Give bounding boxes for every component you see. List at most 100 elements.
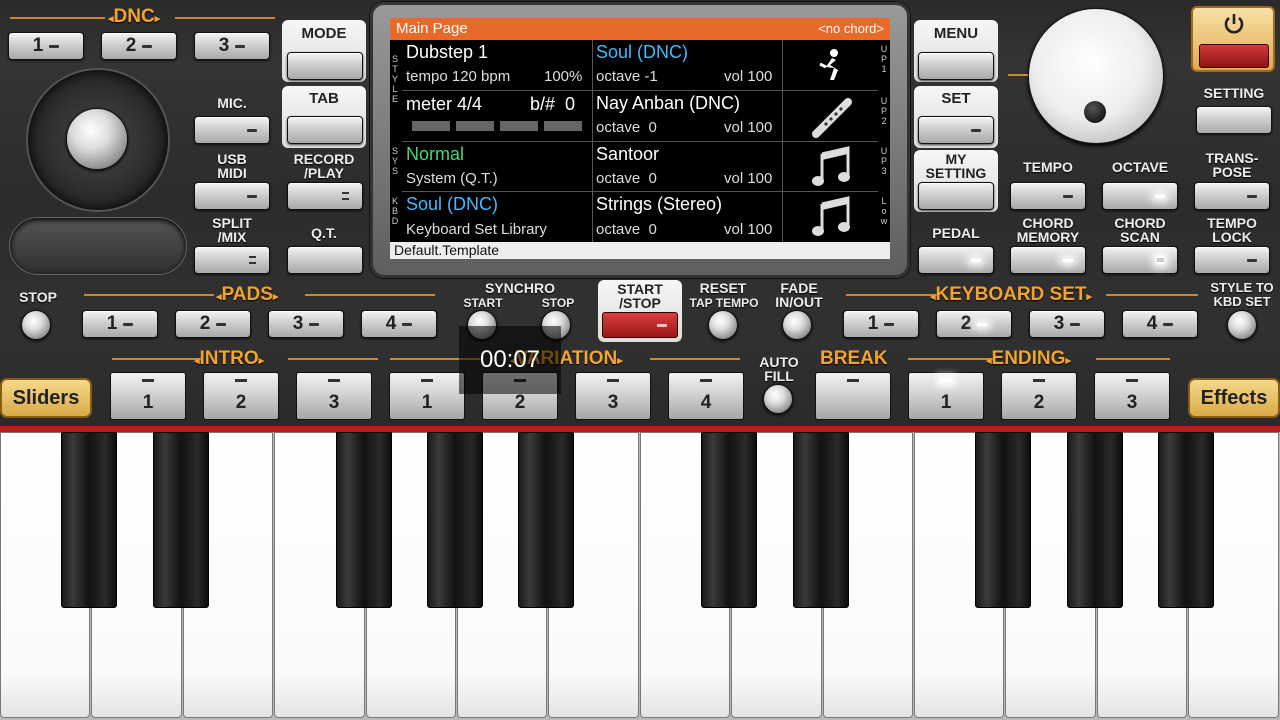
data-dial[interactable] [1028, 8, 1164, 144]
music-note-icon [812, 196, 850, 236]
intro-button-1[interactable]: 1 [110, 372, 186, 420]
ending-button-3[interactable]: 3 [1094, 372, 1170, 420]
break-button[interactable] [815, 372, 891, 420]
black-key[interactable] [518, 432, 575, 608]
transpose-button[interactable] [1194, 182, 1270, 210]
pad-button-3[interactable]: 3 [268, 310, 344, 338]
octave-button[interactable] [1102, 182, 1178, 210]
stop-label: STOP [19, 289, 57, 305]
kbd-set-button-1[interactable]: 1 [843, 310, 919, 338]
black-key[interactable] [701, 432, 758, 608]
black-key[interactable] [975, 432, 1032, 608]
part-up3-octave: octave 0 [596, 170, 657, 187]
reset-tap-tempo-knob[interactable] [708, 310, 738, 340]
part-up2-name[interactable]: Nay Anban (DNC) [596, 93, 740, 114]
stop-knob[interactable] [21, 310, 51, 340]
setting-button[interactable] [1196, 106, 1272, 134]
chord-memory-button[interactable] [1010, 246, 1086, 274]
sys-name[interactable]: Normal [406, 144, 464, 165]
synchro-start-label: START [463, 296, 503, 310]
fade-label: FADE IN/OUT [775, 280, 823, 310]
my-setting-button[interactable] [918, 182, 994, 210]
dnc-button-1[interactable]: 1 [8, 32, 84, 60]
variation-button-4[interactable]: 4 [668, 372, 744, 420]
dnc-button-3[interactable]: 3 [194, 32, 270, 60]
joystick-knob[interactable] [66, 108, 128, 170]
auto-fill-knob[interactable] [763, 384, 793, 414]
part-up1-name[interactable]: Soul (DNC) [596, 42, 688, 63]
music-note-icon [812, 146, 850, 186]
tempo-label: TEMPO [1023, 159, 1073, 175]
usb-midi-button[interactable] [194, 182, 270, 210]
part-low-name[interactable]: Strings (Stereo) [596, 194, 722, 215]
black-key[interactable] [1158, 432, 1215, 608]
kbd-set-button-2[interactable]: 2 [936, 310, 1012, 338]
fade-knob[interactable] [782, 310, 812, 340]
ending-button-2[interactable]: 2 [1001, 372, 1077, 420]
my-setting-label: MY SETTING [925, 151, 987, 181]
pad-button-2[interactable]: 2 [175, 310, 251, 338]
black-key[interactable] [1066, 432, 1123, 608]
touch-pad[interactable] [10, 218, 186, 274]
part-up2-vol: vol 100 [724, 119, 773, 136]
black-key[interactable] [792, 432, 849, 608]
kbd-side-label: KBD [391, 196, 399, 226]
chord-display: <no chord> [818, 21, 884, 36]
part-low-octave: octave 0 [596, 221, 657, 238]
kbd-sub: Keyboard Set Library [406, 221, 547, 238]
kbd-set-button-4[interactable]: 4 [1122, 310, 1198, 338]
meter: meter 4/4 [406, 94, 483, 114]
pads-title: ◂PADS▸ [216, 284, 279, 305]
tab-button[interactable] [287, 116, 363, 144]
setting-label: SETTING [1203, 85, 1265, 101]
pad-button-4[interactable]: 4 [361, 310, 437, 338]
dnc-title: ◂DNC▸ [108, 6, 161, 27]
effects-button[interactable]: Effects [1188, 378, 1280, 418]
tab-label: TAB [309, 90, 339, 107]
start-stop-button[interactable] [602, 312, 678, 338]
set-button[interactable] [918, 116, 994, 144]
octave-label: OCTAVE [1111, 159, 1169, 175]
bsharp: b/# 0 [530, 94, 576, 114]
ending-button-1[interactable]: 1 [908, 372, 984, 420]
transpose-label: TRANS- POSE [1205, 150, 1259, 180]
variation-button-1[interactable]: 1 [389, 372, 465, 420]
kbd-set-button-3[interactable]: 3 [1029, 310, 1105, 338]
mic-button[interactable] [194, 116, 270, 144]
up2-tag: UP2 [880, 96, 888, 126]
tempo-button[interactable] [1010, 182, 1086, 210]
pedal-button[interactable] [918, 246, 994, 274]
intro-button-3[interactable]: 3 [296, 372, 372, 420]
tempo-lock-button[interactable] [1194, 246, 1270, 274]
style-to-kbd-knob[interactable] [1227, 310, 1257, 340]
kbd-name[interactable]: Soul (DNC) [406, 194, 498, 215]
qt-button[interactable] [287, 246, 363, 274]
set-label: SET [941, 90, 971, 107]
black-key[interactable] [61, 432, 118, 608]
template-name[interactable]: Default.Template [394, 242, 499, 258]
split-mix-button[interactable] [194, 246, 270, 274]
sliders-button[interactable]: Sliders [0, 378, 92, 418]
power-button[interactable] [1191, 6, 1275, 72]
dnc-button-2[interactable]: 2 [101, 32, 177, 60]
chord-scan-button[interactable] [1102, 246, 1178, 274]
sys-side-label: SYS [391, 146, 398, 176]
black-key[interactable] [335, 432, 392, 608]
black-key[interactable] [152, 432, 209, 608]
black-key[interactable] [427, 432, 483, 608]
intro-button-2[interactable]: 2 [203, 372, 279, 420]
start-stop-label: START /STOP [617, 281, 663, 311]
break-title: BREAK [820, 348, 888, 369]
flute-icon [812, 98, 852, 138]
style-volume: 100% [544, 68, 583, 85]
style-name[interactable]: Dubstep 1 [406, 42, 488, 63]
record-play-button[interactable] [287, 182, 363, 210]
pad-button-1[interactable]: 1 [82, 310, 158, 338]
variation-button-3[interactable]: 3 [575, 372, 651, 420]
part-up3-name[interactable]: Santoor [596, 144, 659, 165]
synchro-stop-label: STOP [541, 296, 575, 310]
mode-button[interactable] [287, 52, 363, 80]
reset-label: RESET [699, 280, 747, 296]
menu-button[interactable] [918, 52, 994, 80]
style-side-label: STYLE [391, 54, 398, 104]
